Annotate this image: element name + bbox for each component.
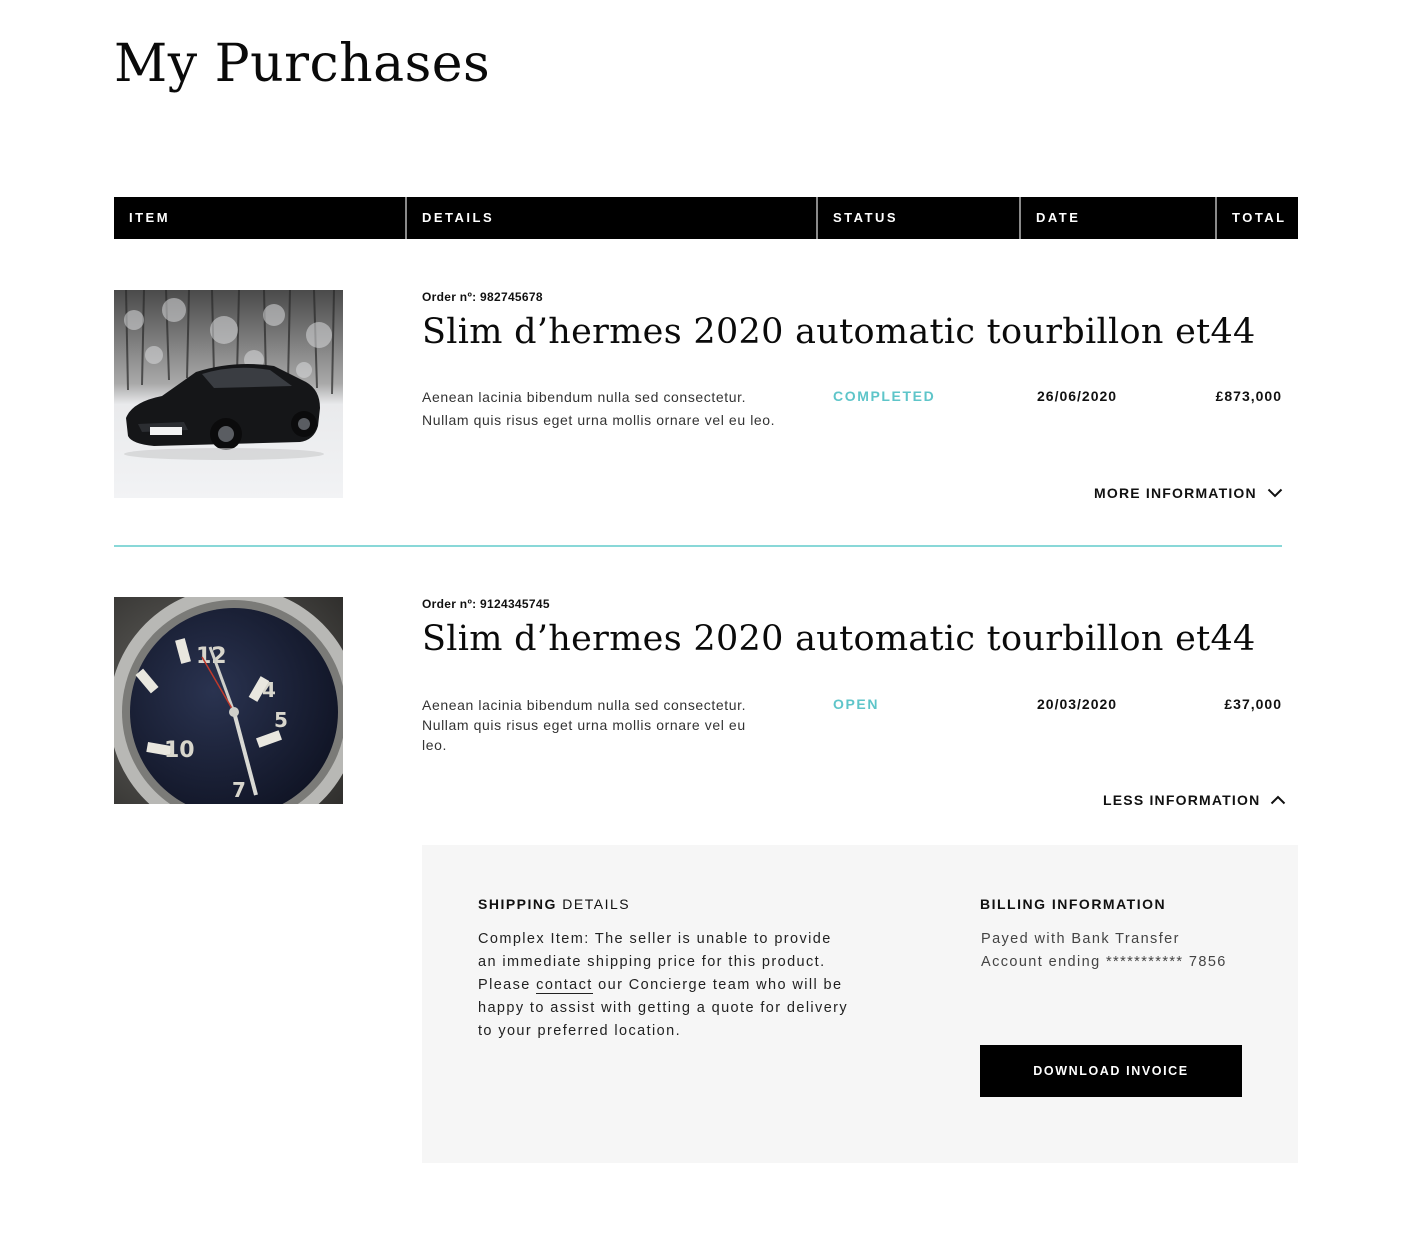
item-title[interactable]: Slim d’hermes 2020 automatic tourbillon …: [422, 312, 1256, 352]
svg-text:5: 5: [274, 708, 288, 732]
order-date: 20/03/2020: [1037, 696, 1118, 712]
billing-information-heading: BILLING INFORMATION: [980, 896, 1167, 912]
column-divider: [1019, 197, 1021, 239]
order-number: Order nº: 9124345745: [422, 597, 550, 611]
column-divider: [405, 197, 407, 239]
toggle-label: LESS INFORMATION: [1103, 792, 1261, 808]
chevron-up-icon: [1271, 795, 1286, 805]
shipping-details-heading: SHIPPING DETAILS: [478, 896, 630, 912]
svg-text:4: 4: [262, 678, 276, 702]
svg-text:7: 7: [232, 778, 246, 802]
order-status-badge: OPEN: [833, 696, 880, 712]
order-divider: [114, 545, 1282, 547]
column-header-item: ITEM: [129, 210, 171, 225]
column-divider: [816, 197, 818, 239]
column-header-details: DETAILS: [422, 210, 495, 225]
wristwatch-photo: 12 4 5 10 7: [114, 597, 343, 804]
billing-payment-method: Payed with Bank Transfer: [981, 931, 1180, 947]
order-status-badge: COMPLETED: [833, 388, 936, 404]
billing-account-ending: Account ending *********** 7856: [981, 954, 1227, 970]
item-description: Aenean lacinia bibendum nulla sed consec…: [422, 389, 776, 428]
chevron-down-icon: [1267, 488, 1283, 498]
item-title[interactable]: Slim d’hermes 2020 automatic tourbillon …: [422, 619, 1256, 659]
product-image-car[interactable]: [114, 290, 343, 498]
order-date: 26/06/2020: [1037, 388, 1118, 404]
column-header-total: TOTAL: [1232, 210, 1287, 225]
order-total: £873,000: [1215, 388, 1282, 404]
shipping-details-text: Complex Item: The seller is unable to pr…: [478, 928, 850, 1043]
column-header-status: STATUS: [833, 210, 899, 225]
sports-car-photo: [114, 290, 343, 498]
less-information-toggle[interactable]: LESS INFORMATION: [1103, 792, 1286, 808]
order-total: £37,000: [1224, 696, 1282, 712]
shipping-heading-bold: SHIPPING: [478, 896, 557, 912]
product-image-watch[interactable]: 12 4 5 10 7: [114, 597, 343, 804]
table-header: ITEM DETAILS STATUS DATE TOTAL: [114, 197, 1298, 239]
shipping-heading-rest: DETAILS: [556, 896, 631, 912]
column-divider: [1215, 197, 1217, 239]
page-title: My Purchases: [114, 34, 491, 94]
item-description: Aenean lacinia bibendum nulla sed consec…: [422, 697, 747, 753]
contact-link[interactable]: contact: [536, 977, 593, 994]
column-header-date: DATE: [1036, 210, 1081, 225]
download-invoice-button[interactable]: DOWNLOAD INVOICE: [980, 1045, 1242, 1097]
order-number: Order nº: 982745678: [422, 290, 543, 304]
toggle-label: MORE INFORMATION: [1094, 485, 1257, 501]
more-information-toggle[interactable]: MORE INFORMATION: [1094, 485, 1283, 501]
svg-text:10: 10: [164, 738, 195, 763]
